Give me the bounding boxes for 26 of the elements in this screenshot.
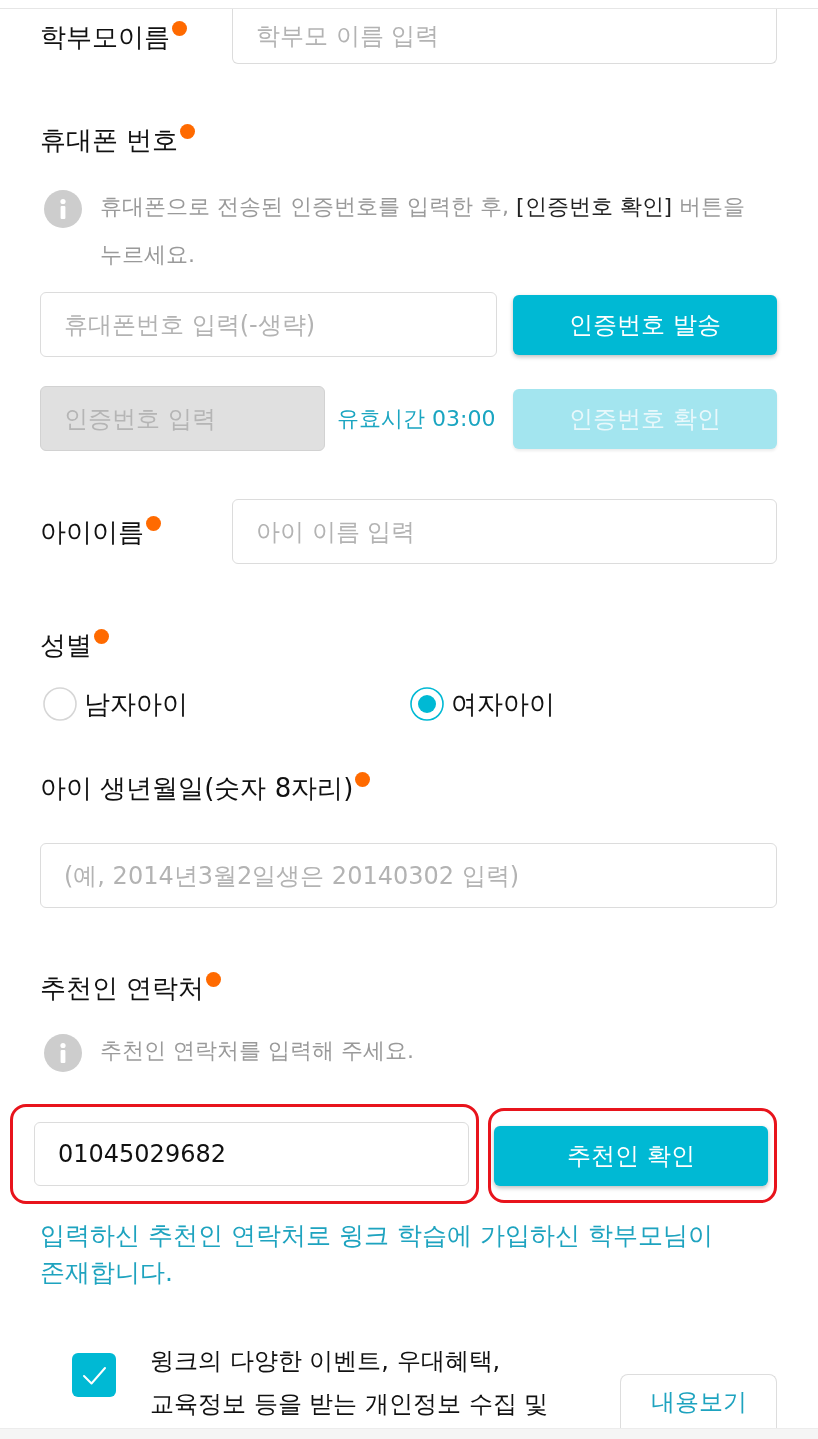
field-label: 아이이름 <box>40 516 144 547</box>
phone-number-field[interactable]: 휴대폰번호 입력(-생략) <box>40 292 497 357</box>
radio-button[interactable] <box>410 687 444 721</box>
field-label: 성별 <box>40 630 92 660</box>
field-label: 학부모이름 <box>40 21 170 52</box>
hint-text: 휴대폰으로 전송된 인증번호를 입력한 후, [인증번호 확인] 버튼을 누르세요. <box>100 193 747 269</box>
send-code-button[interactable]: 인증번호 발송 <box>513 294 777 355</box>
option-label[interactable]: 여자아이 <box>451 689 555 719</box>
birth-date-field[interactable]: (예, 2014년3월2일생은 20140302 입력) <box>40 843 777 908</box>
field-label: 휴대폰 번호 <box>40 125 179 155</box>
info-icon <box>44 190 82 228</box>
child-name-field[interactable]: 아이 이름 입력 <box>232 499 777 564</box>
info-icon <box>44 1034 82 1072</box>
checkbox[interactable] <box>72 1353 116 1397</box>
check-referrer-button[interactable]: 추천인 확인 <box>494 1125 768 1186</box>
view-details-button[interactable]: 내용보기 <box>620 1374 777 1428</box>
referrer-phone-field[interactable]: 01045029682 <box>34 1122 469 1186</box>
consent-text: 윙크의 다양한 이벤트, 우대혜택, 교육정보 등을 받는 개인정보 수집 및 <box>150 1346 550 1420</box>
radio-button[interactable] <box>43 687 77 721</box>
parent-name-field[interactable]: 학부모 이름 입력 <box>232 9 777 64</box>
option-label[interactable]: 남자아이 <box>84 689 188 719</box>
field-label: 아이 생년월일(숫자 8자리) <box>40 773 354 803</box>
field-label: 추천인 연락처 <box>40 973 205 1003</box>
timer-text: 유효시간 03:00 <box>337 404 496 433</box>
result-message: 입력하신 추천인 연락처로 윙크 학습에 가입하신 학부모님이 존재합니다. <box>40 1220 714 1289</box>
hint-text: 추천인 연락처를 입력해 주세요. <box>100 1037 415 1065</box>
